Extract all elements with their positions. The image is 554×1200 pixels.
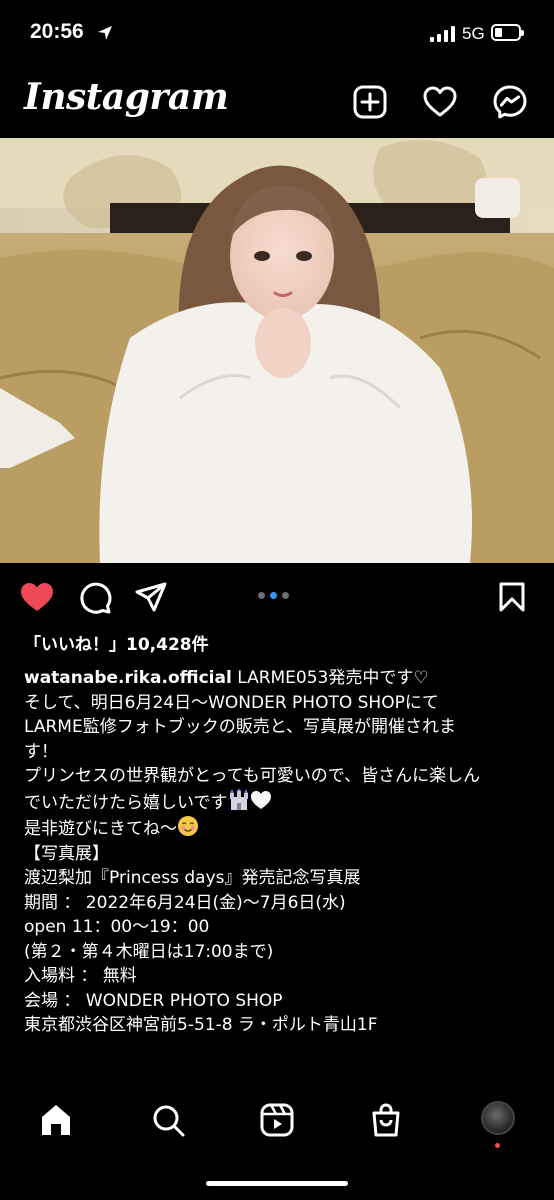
carousel-dot-active bbox=[270, 592, 277, 599]
network-label: 5G bbox=[462, 24, 485, 43]
search-icon[interactable] bbox=[150, 1102, 186, 1138]
comment-icon[interactable] bbox=[78, 581, 112, 615]
profile-avatar[interactable] bbox=[481, 1101, 515, 1135]
post-actions bbox=[0, 575, 554, 621]
caption-line: 渡辺梨加『Princess days』発売記念写真展 bbox=[24, 868, 361, 888]
battery-icon bbox=[491, 24, 524, 41]
post-username[interactable]: watanabe.rika.official bbox=[24, 668, 232, 688]
caption-line: 是非遊びにきてね〜 bbox=[24, 819, 177, 839]
caption-line: 東京都渋谷区神宮前5-51-8 ラ・ポルト青山1F bbox=[24, 1015, 378, 1035]
caption-line: open 11：00〜19：00 bbox=[24, 917, 210, 937]
post-caption: watanabe.rika.official LARME053発売中です♡ そし… bbox=[24, 666, 534, 1038]
caption-line: す！ bbox=[24, 741, 58, 762]
heart-icon[interactable] bbox=[422, 84, 458, 120]
carousel-dot bbox=[258, 592, 265, 599]
caption-line: 【写真展】 bbox=[24, 843, 109, 864]
signal-icon bbox=[430, 26, 455, 42]
caption-line: 期間 ： 2022年6月24日(金)〜7月6日(水) bbox=[24, 892, 346, 913]
caption-line: そして、明日6月24日〜WONDER PHOTO SHOPにて bbox=[24, 692, 439, 713]
notification-dot bbox=[495, 1143, 500, 1148]
home-icon[interactable] bbox=[38, 1102, 74, 1138]
carousel-dot bbox=[282, 592, 289, 599]
caption-line: 入場料 ： 無料 bbox=[24, 966, 137, 986]
white-heart-emoji-icon bbox=[250, 790, 271, 809]
shop-icon[interactable] bbox=[368, 1102, 404, 1138]
new-post-icon[interactable] bbox=[352, 84, 388, 120]
status-bar: 20:56 5G bbox=[0, 0, 554, 70]
caption-line: 会場 ： WONDER PHOTO SHOP bbox=[24, 990, 283, 1011]
messenger-icon[interactable] bbox=[492, 84, 528, 120]
caption-line: でいただけたら嬉しいです bbox=[24, 792, 228, 813]
caption-line: LARME監修フォトブックの販売と、写真展が開催されま bbox=[24, 717, 457, 737]
post-photo[interactable] bbox=[0, 138, 554, 563]
smiling-emoji-icon bbox=[178, 816, 198, 836]
caption-line: プリンセスの世界観がとっても可愛いので、皆さんに楽しん bbox=[24, 766, 481, 786]
carousel-indicator bbox=[258, 592, 289, 599]
bottom-nav bbox=[0, 1082, 554, 1200]
caption-text: LARME053発売中です♡ bbox=[237, 668, 429, 688]
clock: 20:56 bbox=[30, 20, 84, 43]
like-count[interactable]: 「いいね！」10,428件 bbox=[24, 630, 209, 655]
location-arrow-icon bbox=[98, 26, 112, 40]
share-icon[interactable] bbox=[134, 581, 168, 613]
reels-icon[interactable] bbox=[259, 1102, 295, 1138]
liked-heart-icon[interactable] bbox=[20, 581, 54, 613]
caption-line: (第２・第４木曜日は17:00まで) bbox=[24, 941, 274, 962]
bookmark-icon[interactable] bbox=[498, 581, 526, 613]
top-bar: Instagram bbox=[0, 70, 554, 138]
castle-emoji-icon bbox=[229, 788, 248, 810]
home-indicator bbox=[206, 1181, 348, 1186]
instagram-logo[interactable]: Instagram bbox=[24, 76, 229, 118]
